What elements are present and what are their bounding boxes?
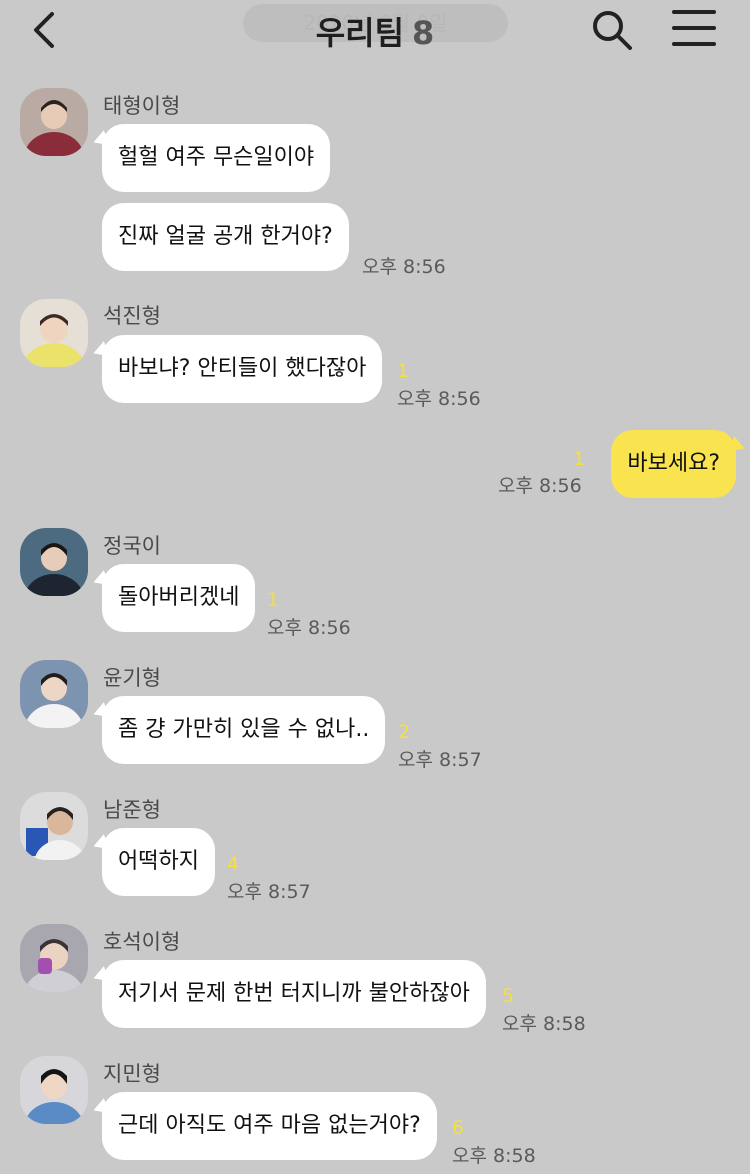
- avatar-taehyung: [20, 88, 88, 156]
- message-time: 오후 8:58: [452, 1145, 536, 1167]
- hamburger-icon: [672, 10, 716, 14]
- member-count: 8: [412, 14, 435, 52]
- message-bubble[interactable]: 저기서 문제 한번 터지니까 불안하잖아: [102, 960, 486, 1028]
- search-button[interactable]: [590, 8, 634, 52]
- message-time: 오후 8:56: [397, 388, 481, 410]
- unread-count: 4: [227, 853, 240, 875]
- sender-name: 남준형: [103, 798, 161, 822]
- hamburger-icon-line: [672, 42, 716, 46]
- unread-count: 1: [267, 589, 280, 611]
- avatar[interactable]: [20, 88, 88, 156]
- avatar-yoongi: [20, 660, 88, 728]
- chat-header: 2020년 0월 0일 우리팀 8: [0, 0, 750, 62]
- message-time: 오후 8:56: [267, 617, 351, 639]
- sender-name: 지민형: [103, 1062, 161, 1086]
- avatar-namjoon: [20, 792, 88, 860]
- sender-name: 태형이형: [103, 94, 181, 118]
- message-time: 오후 8:57: [398, 749, 482, 771]
- hamburger-icon-line: [672, 26, 716, 30]
- avatar-jimin: [20, 1056, 88, 1124]
- chat-title: 우리팀 8: [0, 8, 750, 54]
- message-time: 오후 8:57: [227, 881, 311, 903]
- message-bubble[interactable]: 진짜 얼굴 공개 한거야?: [102, 203, 349, 271]
- sender-name: 윤기형: [103, 666, 161, 690]
- avatar[interactable]: [20, 299, 88, 367]
- avatar[interactable]: [20, 528, 88, 596]
- avatar-jungkook: [20, 528, 88, 596]
- avatar-hoseok: [20, 924, 88, 992]
- message-time: 오후 8:58: [502, 1013, 586, 1035]
- avatar-seokjin: [20, 299, 88, 367]
- message-time: 오후 8:56: [362, 256, 446, 278]
- avatar[interactable]: [20, 1056, 88, 1124]
- message-bubble[interactable]: 어떡하지: [102, 828, 215, 896]
- unread-count: 6: [452, 1117, 465, 1139]
- search-icon: [593, 11, 632, 50]
- message-bubble[interactable]: 바보냐? 안티들이 했다잖아: [102, 335, 383, 403]
- sender-name: 정국이: [103, 534, 161, 558]
- message-bubble[interactable]: 돌아버리겠네: [102, 564, 256, 632]
- menu-button[interactable]: [670, 10, 718, 50]
- room-name: 우리팀: [315, 14, 405, 52]
- message-bubble[interactable]: 근데 아직도 여주 마음 없는거야?: [102, 1092, 437, 1160]
- unread-count: 1: [573, 448, 586, 470]
- avatar[interactable]: [20, 924, 88, 992]
- avatar[interactable]: [20, 660, 88, 728]
- unread-count: 5: [502, 985, 515, 1007]
- unread-count: 2: [398, 721, 411, 743]
- message-time: 오후 8:56: [498, 475, 582, 497]
- sender-name: 호석이형: [103, 930, 181, 954]
- sender-name: 석진형: [103, 304, 161, 328]
- message-bubble[interactable]: 좀 걍 가만히 있을 수 없나..: [102, 696, 386, 764]
- unread-count: 1: [397, 360, 410, 382]
- message-bubble[interactable]: 헐헐 여주 무슨일이야: [102, 124, 331, 192]
- avatar[interactable]: [20, 792, 88, 860]
- my-message-bubble[interactable]: 바보세요?: [611, 430, 736, 498]
